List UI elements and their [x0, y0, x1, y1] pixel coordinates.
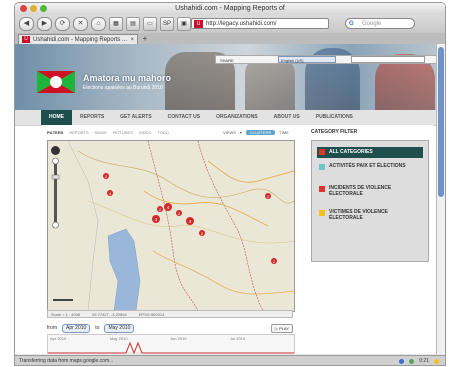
addon-icon[interactable] [399, 358, 405, 364]
window-title: Ushahidi.com - Mapping Reports of [175, 5, 285, 12]
new-tab-button[interactable]: + [140, 34, 150, 44]
nav-get-alerts[interactable]: GET ALERTS [112, 110, 159, 125]
view-time[interactable]: TIME [279, 130, 289, 135]
map-scale-icon [53, 299, 73, 301]
url-text: http://legacy.ushahidi.com/ [206, 21, 277, 27]
browser-toolbar: ◀ ▶ ⟳ ✕ ⌂ ▦ ▤ ▭ SP ▣ U http://legacy.ush… [15, 15, 445, 33]
filter-video[interactable]: VIDEO [139, 130, 151, 135]
print-icon[interactable]: ▭ [143, 17, 157, 31]
clock-text: 0:21 [419, 358, 429, 364]
category-label: INCIDENTS DE VIOLENCE ÉLECTORALE [329, 185, 392, 197]
category-all[interactable]: ALL CATEGORIES [317, 147, 423, 158]
filter-todo[interactable]: TODO [157, 130, 168, 135]
site-title[interactable]: Amatora mu mahoro [83, 73, 171, 83]
title-bar: Ushahidi.com - Mapping Reports of [15, 3, 445, 15]
search-placeholder: Google [362, 21, 382, 27]
chevron-down-icon: ▾ [239, 130, 242, 135]
to-date-select[interactable]: May 2010 [104, 323, 135, 333]
category-victimes-violence[interactable]: VICTIMES DE VIOLENCE ÉLECTORALE [317, 209, 423, 221]
burundi-flag-logo [37, 71, 75, 93]
tab-title: Ushahidi.com - Mapping Reports ... [33, 37, 128, 43]
category-label: ALL CATEGORIES [329, 149, 373, 155]
status-icon[interactable] [434, 358, 439, 364]
filters-label: FILTERS [47, 130, 64, 135]
play-button[interactable]: ▷ PLAY [270, 323, 293, 333]
google-icon: G [349, 21, 354, 27]
main-nav: HOME REPORTS GET ALERTS CONTACT US ORGAN… [15, 110, 437, 126]
share-button[interactable]: SHARE [220, 58, 234, 63]
site-search-input[interactable] [351, 56, 425, 63]
time-controls: from Apr 2010 to May 2010 ▷ PLAY [47, 323, 293, 333]
category-activites-paix[interactable]: ACTIVITÉS PAIX ET ÉLECTIONS [317, 163, 423, 170]
map-coords: 29.77427, -3.22894 [92, 312, 127, 317]
sync-icon[interactable] [409, 358, 415, 364]
main-area: FILTERS REPORTS NEWS PICTURES VIDEO TODO… [41, 125, 433, 354]
filters-bar: FILTERS REPORTS NEWS PICTURES VIDEO TODO [47, 130, 169, 135]
vertical-scrollbar[interactable] [436, 44, 445, 354]
to-label: to [95, 325, 100, 331]
category-incidents-violence[interactable]: INCIDENTS DE VIOLENCE ÉLECTORALE [317, 185, 423, 197]
zoom-in-icon[interactable] [52, 157, 59, 165]
history-icon[interactable]: ▤ [126, 17, 140, 31]
sp-icon[interactable]: SP [160, 17, 174, 31]
status-text: Transferring data from maps.google.com..… [19, 358, 114, 364]
tab-ushahidi[interactable]: U Ushahidi.com - Mapping Reports ... × [18, 34, 138, 44]
back-button[interactable]: ◀ [19, 17, 34, 31]
site-banner: SHARE English (US) Amatora mu mahoro Ele… [15, 44, 437, 110]
timeline-graph [48, 341, 294, 354]
forward-button[interactable]: ▶ [37, 17, 52, 31]
zoom-out-icon[interactable] [52, 221, 59, 229]
ushahidi-tab-favicon: U [22, 36, 30, 43]
category-swatch [319, 149, 325, 155]
language-select[interactable]: English (US) [278, 56, 336, 63]
category-label: ACTIVITÉS PAIX ET ÉLECTIONS [329, 163, 406, 169]
tab-bar: U Ushahidi.com - Mapping Reports ... × + [15, 33, 445, 44]
search-box[interactable]: G Google [345, 18, 415, 29]
filter-news[interactable]: NEWS [95, 130, 107, 135]
ushahidi-favicon: U [194, 20, 203, 28]
nav-about-us[interactable]: ABOUT US [266, 110, 308, 125]
category-swatch [319, 186, 325, 192]
category-swatch [319, 210, 325, 216]
stop-icon[interactable]: ✕ [73, 17, 88, 31]
nav-publications[interactable]: PUBLICATIONS [308, 110, 361, 125]
views-label: VIEWS [223, 130, 236, 135]
filter-pictures[interactable]: PICTURES [113, 130, 133, 135]
screenshot-icon[interactable]: ▣ [177, 17, 191, 31]
browser-window: Ushahidi.com - Mapping Reports of ◀ ▶ ⟳ … [14, 2, 446, 366]
category-filter-header: CATEGORY FILTER [311, 129, 358, 135]
address-bar[interactable]: U http://legacy.ushahidi.com/ [191, 18, 329, 29]
views-bar: VIEWS ▾ CLUSTERS TIME [223, 130, 289, 135]
zoom-slider[interactable] [54, 159, 57, 223]
status-bar: Transferring data from maps.google.com..… [15, 355, 445, 365]
pan-control-icon[interactable] [51, 146, 60, 155]
banner-photo [245, 58, 295, 110]
category-swatch [319, 164, 325, 170]
reload-icon[interactable]: ⟳ [55, 17, 70, 31]
bookmarks-icon[interactable]: ▦ [109, 17, 123, 31]
nav-contact-us[interactable]: CONTACT US [160, 110, 208, 125]
timeline[interactable]: Apr 2010 May 2010 Jun 2010 Jul 2010 [47, 334, 295, 354]
zoom-slider-handle[interactable] [51, 174, 60, 180]
map-canvas[interactable]: 3 2 4 2 4 2 2 4 2 2 [48, 141, 294, 311]
map-scale: Scale = 1 : 4096 [51, 312, 81, 317]
from-label: from [47, 325, 57, 331]
home-icon[interactable]: ⌂ [91, 17, 106, 31]
site-subtitle: Elections apaisées au Burundi 2010 [83, 85, 163, 91]
map-info-bar: Scale = 1 : 4096 29.77427, -3.22894 EPSG… [47, 310, 293, 318]
map-epsg: EPSG:900913 [138, 312, 165, 317]
from-date-select[interactable]: Apr 2010 [62, 323, 91, 333]
nav-reports[interactable]: REPORTS [72, 110, 112, 125]
page-content: SHARE English (US) Amatora mu mahoro Ele… [15, 44, 437, 354]
filter-reports[interactable]: REPORTS [69, 130, 88, 135]
view-clusters[interactable]: CLUSTERS [245, 130, 276, 135]
scrollbar-thumb[interactable] [438, 47, 444, 197]
category-panel: ALL CATEGORIES ACTIVITÉS PAIX ET ÉLECTIO… [311, 140, 429, 262]
category-label: VICTIMES DE VIOLENCE ÉLECTORALE [329, 209, 388, 221]
report-map[interactable]: 3 2 4 2 4 2 2 4 2 2 [47, 140, 295, 312]
nav-organizations[interactable]: ORGANIZATIONS [208, 110, 266, 125]
nav-home[interactable]: HOME [41, 110, 72, 125]
